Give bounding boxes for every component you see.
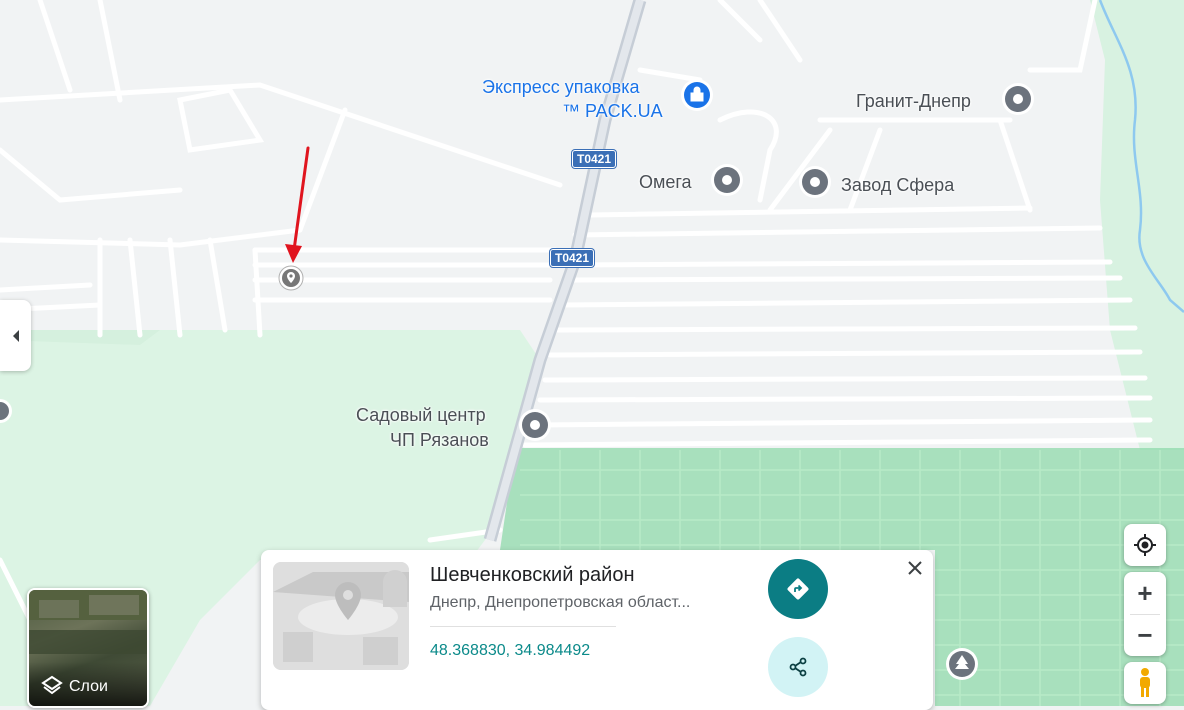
poi-label-omega[interactable]: Омега (639, 170, 692, 194)
poi-pin-sad (519, 409, 551, 441)
chevron-left-icon (12, 329, 19, 342)
share-button[interactable] (768, 637, 828, 697)
close-icon (908, 561, 922, 575)
layers-icon (41, 675, 63, 695)
card-divider (430, 626, 616, 627)
layers-button[interactable]: Слои (27, 588, 149, 708)
poi-label-granit[interactable]: Гранит-Днепр (856, 89, 971, 113)
layers-label: Слои (69, 678, 108, 695)
pegman-icon (1140, 668, 1150, 697)
zoom-in-button[interactable]: + (1124, 572, 1166, 614)
park-pin-icon (946, 648, 978, 680)
poi-label-express-2[interactable]: ™ PACK.UA (562, 99, 663, 123)
zoom-out-icon: − (1137, 619, 1153, 650)
poi-label-sfera[interactable]: Завод Сфера (841, 173, 954, 197)
place-thumbnail[interactable] (273, 562, 409, 670)
poi-pin-omega (711, 164, 743, 196)
my-location-button[interactable] (1124, 524, 1166, 566)
selected-location-marker (278, 265, 304, 291)
poi-label-sad-2[interactable]: ЧП Рязанов (390, 428, 489, 452)
place-card: Шевченковский район Днепр, Днепропетровс… (261, 550, 933, 710)
place-coordinates[interactable]: 48.368830, 34.984492 (430, 642, 590, 660)
pegman-button[interactable] (1124, 662, 1166, 704)
share-icon (789, 657, 807, 677)
close-card-button[interactable] (903, 556, 927, 580)
poi-pin-granit (1002, 83, 1034, 115)
place-address: Днепр, Днепропетровская област... (430, 594, 691, 611)
poi-label-sad-1[interactable]: Садовый центр (356, 403, 486, 427)
zoom-in-icon: + (1137, 577, 1153, 608)
road-shield: T0421 (550, 249, 595, 267)
poi-pin-sfera (799, 166, 831, 198)
zoom-out-button[interactable]: − (1124, 614, 1166, 656)
poi-pin-express (681, 79, 713, 111)
poi-label-express-1[interactable]: Экспресс упаковка (482, 75, 639, 99)
zoom-controls: + − (1124, 572, 1166, 656)
road-shield: T0421 (572, 150, 617, 168)
directions-icon (787, 578, 809, 600)
my-location-icon (1134, 534, 1156, 556)
collapse-panel-button[interactable] (0, 300, 31, 371)
place-title: Шевченковский район (430, 564, 635, 586)
directions-button[interactable] (768, 559, 828, 619)
